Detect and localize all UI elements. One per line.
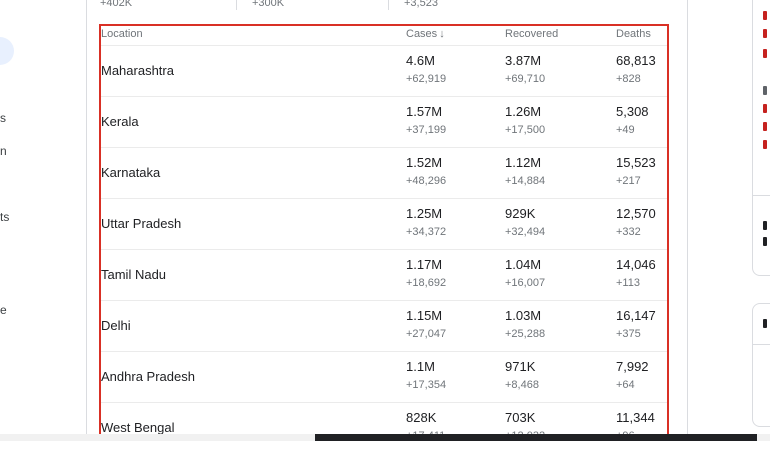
row-location: Karnataka	[101, 165, 161, 180]
nav-item-fragment[interactable]: e	[0, 303, 7, 317]
summary-row: +402K +300K +3,523	[100, 0, 556, 10]
row-location: Kerala	[101, 114, 139, 129]
right-card-text-fragment	[763, 49, 767, 58]
row-recovered: 1.04M	[505, 257, 542, 272]
table-row[interactable]: Uttar Pradesh 1.25M +34,372 929K +32,494 12,5…	[101, 199, 667, 250]
row-cases: 1.15M	[406, 308, 443, 323]
row-recovered-new: +69,710	[505, 73, 546, 85]
row-deaths-new: +64	[616, 379, 635, 391]
table-row[interactable]: Karnataka 1.52M +48,296 1.12M +14,884 15,523 +…	[101, 148, 667, 199]
summary-deaths-delta: +3,523	[404, 0, 438, 9]
row-deaths-new: +217	[616, 175, 641, 187]
right-card-text-fragment	[763, 237, 767, 246]
row-deaths: 12,570	[616, 206, 656, 221]
right-card-text-fragment	[763, 319, 767, 328]
nav-item-fragment[interactable]: s	[0, 111, 6, 125]
row-recovered: 971K	[505, 359, 536, 374]
table-row[interactable]: Tamil Nadu 1.17M +18,692 1.04M +16,007 14,046…	[101, 250, 667, 301]
row-cases: 1.1M	[406, 359, 435, 374]
header-recovered[interactable]: Recovered	[505, 28, 558, 40]
summary-divider	[236, 0, 237, 10]
summary-cases-delta: +402K	[100, 0, 133, 9]
right-card-text-fragment	[763, 11, 767, 20]
nav-item-fragment[interactable]: ts	[0, 210, 9, 224]
row-location: Uttar Pradesh	[101, 216, 182, 231]
row-deaths: 11,344	[616, 410, 655, 425]
row-recovered-new: +8,468	[505, 379, 539, 391]
right-card-text-fragment	[763, 29, 767, 38]
row-location: Tamil Nadu	[101, 267, 167, 282]
row-location: Delhi	[101, 318, 131, 333]
right-card-text-fragment	[763, 122, 767, 131]
row-deaths-new: +828	[616, 73, 641, 85]
header-location[interactable]: Location	[101, 28, 143, 40]
row-location: Andhra Pradesh	[101, 369, 195, 384]
row-cases: 1.52M	[406, 155, 443, 170]
row-cases-new: +34,372	[406, 226, 447, 238]
right-card-text-fragment	[763, 104, 767, 113]
nav-item-fragment[interactable]: n	[0, 144, 7, 158]
row-deaths: 15,523	[616, 155, 656, 170]
row-cases-new: +37,199	[406, 124, 447, 136]
right-card-text-fragment	[763, 221, 767, 230]
summary-divider	[388, 0, 389, 10]
row-deaths: 7,992	[616, 359, 649, 374]
row-cases-new: +62,919	[406, 73, 447, 85]
row-deaths-new: +113	[616, 277, 640, 289]
location-table: Location Cases ↓ Recovered Deaths Maharas…	[99, 24, 669, 440]
row-deaths: 16,147	[616, 308, 656, 323]
right-card-divider	[753, 195, 770, 196]
row-cases: 1.57M	[406, 104, 443, 119]
row-deaths-new: +375	[616, 328, 641, 340]
row-recovered-new: +14,884	[505, 175, 546, 187]
table-row[interactable]: Maharashtra 4.6M +62,919 3.87M +69,710 68,813…	[101, 46, 667, 97]
right-card-text-fragment	[763, 86, 767, 95]
row-recovered: 703K	[505, 410, 536, 425]
row-cases-new: +18,692	[406, 277, 447, 289]
row-deaths-new: +49	[616, 124, 635, 136]
row-location: West Bengal	[101, 420, 175, 435]
sort-arrow-down-icon: ↓	[439, 28, 445, 40]
row-recovered-new: +25,288	[505, 328, 546, 340]
row-cases-new: +48,296	[406, 175, 447, 187]
row-cases: 1.25M	[406, 206, 443, 221]
row-cases: 4.6M	[406, 53, 435, 68]
row-recovered: 3.87M	[505, 53, 542, 68]
row-deaths-new: +332	[616, 226, 641, 238]
table-header: Location Cases ↓ Recovered Deaths	[101, 26, 667, 46]
table-row[interactable]: Kerala 1.57M +37,199 1.26M +17,500 5,308 +49	[101, 97, 667, 148]
row-deaths: 5,308	[616, 104, 649, 119]
row-cases-new: +27,047	[406, 328, 447, 340]
row-recovered: 1.12M	[505, 155, 542, 170]
nav-selected-indicator[interactable]	[0, 37, 14, 65]
right-card-text-fragment	[763, 140, 767, 149]
row-recovered-new: +32,494	[505, 226, 546, 238]
row-deaths: 14,046	[616, 257, 656, 272]
row-cases: 828K	[406, 410, 437, 425]
row-cases: 1.17M	[406, 257, 443, 272]
summary-recovered-delta: +300K	[252, 0, 285, 9]
horizontal-scrollbar-thumb[interactable]	[315, 434, 757, 441]
header-cases[interactable]: Cases ↓	[406, 28, 445, 40]
table-body: Maharashtra 4.6M +62,919 3.87M +69,710 68,813…	[101, 46, 667, 438]
table-row[interactable]: Delhi 1.15M +27,047 1.03M +25,288 16,147 +375	[101, 301, 667, 352]
row-location: Maharashtra	[101, 63, 174, 78]
header-deaths[interactable]: Deaths	[616, 28, 651, 40]
table-row[interactable]: Andhra Pradesh 1.1M +17,354 971K +8,468 7,992…	[101, 352, 667, 403]
row-recovered: 1.03M	[505, 308, 542, 323]
row-cases-new: +17,354	[406, 379, 447, 391]
row-recovered: 1.26M	[505, 104, 542, 119]
row-deaths: 68,813	[616, 53, 656, 68]
row-recovered: 929K	[505, 206, 536, 221]
row-recovered-new: +17,500	[505, 124, 546, 136]
right-side-card	[752, 0, 770, 276]
right-side-card	[752, 303, 770, 427]
right-card-divider	[753, 344, 770, 345]
row-recovered-new: +16,007	[505, 277, 546, 289]
